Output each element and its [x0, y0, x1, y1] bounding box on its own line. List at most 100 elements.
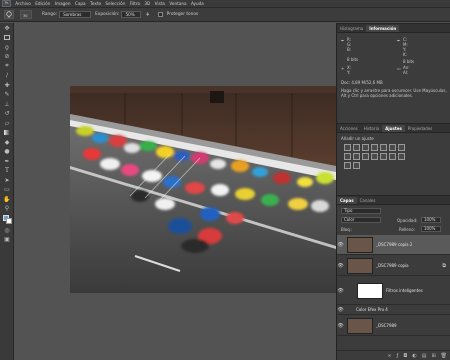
menu-vista[interactable]: Vista — [155, 1, 165, 6]
tab-canales[interactable]: Canales — [357, 197, 379, 204]
tab-acciones[interactable]: Acciones — [337, 125, 361, 132]
menu-imagen[interactable]: Imagen — [55, 1, 71, 6]
smart-filter-mask — [357, 282, 383, 299]
lasso-tool-icon[interactable]: ϙ — [2, 43, 12, 52]
invert-icon[interactable] — [380, 153, 387, 160]
adjustments-panel: Acciones Historia Ajustes Propiedades Añ… — [337, 123, 450, 193]
tab-propiedades[interactable]: Propiedades — [405, 125, 436, 132]
path-select-tool-icon[interactable]: ➤ — [2, 176, 12, 185]
marquee-tool-icon[interactable] — [2, 34, 12, 43]
menu-edicion[interactable]: Edición — [35, 1, 50, 6]
menu-filtro[interactable]: Filtro — [130, 1, 140, 6]
tab-historia[interactable]: Historia — [361, 125, 382, 132]
layers-panel-footer: ∞ ƒ ◘ ◐ ▤ ⊞ 🗑 — [337, 350, 450, 360]
brush-tool-icon[interactable]: ✎ — [2, 91, 12, 100]
photo-filter-icon[interactable] — [353, 153, 360, 160]
tab-ajustes[interactable]: Ajustes — [382, 125, 405, 132]
layer-thumbnail — [347, 236, 373, 253]
menu-archivo[interactable]: Archivo — [15, 1, 31, 6]
brightness-icon[interactable] — [344, 144, 351, 151]
airbrush-icon[interactable]: ✈ — [145, 12, 149, 18]
color-lookup-icon[interactable] — [371, 153, 378, 160]
rectangle-tool-icon[interactable]: ▭ — [2, 186, 12, 195]
new-group-icon[interactable]: ▤ — [422, 353, 427, 359]
eyedropper-tool-icon[interactable]: ∕ — [2, 72, 12, 81]
lock-label: Bloq.: — [341, 227, 353, 232]
new-layer-icon[interactable]: ⊞ — [431, 353, 435, 359]
gradient-map-icon[interactable] — [344, 162, 351, 169]
layer-name: _DSC7989 copia — [376, 263, 409, 268]
quick-mask-icon[interactable]: ◎ — [2, 226, 12, 235]
tab-capas[interactable]: Capas — [337, 197, 357, 204]
link-layers-icon[interactable]: ∞ — [387, 353, 391, 359]
delete-layer-icon[interactable]: 🗑 — [441, 353, 447, 359]
fill-field[interactable]: 100% — [421, 226, 441, 232]
eye-icon[interactable]: 👁 — [337, 288, 344, 294]
layer-style-icon[interactable]: ƒ — [397, 353, 399, 359]
hand-tool-icon[interactable]: ✋ — [2, 195, 12, 204]
type-tool-icon[interactable]: T — [2, 167, 12, 176]
layer-row[interactable]: 👁 _DSC7989 copia 2 — [337, 235, 450, 255]
protect-tones-checkbox[interactable] — [157, 12, 163, 17]
eye-icon[interactable]: 👁 — [337, 242, 344, 248]
brush-size-picker[interactable]: 30 — [20, 10, 32, 19]
clone-stamp-tool-icon[interactable]: ⊥ — [2, 100, 12, 109]
add-mask-icon[interactable]: ◘ — [403, 353, 407, 359]
menu-capa[interactable]: Capa — [75, 1, 86, 6]
curves-icon[interactable] — [362, 144, 369, 151]
menu-ayuda[interactable]: Ayuda — [191, 1, 204, 6]
adjustment-layer-icon[interactable]: ◐ — [412, 353, 416, 359]
menu-seleccion[interactable]: Selección — [105, 1, 125, 6]
filter-row[interactable]: 👁 Color Efex Pro 4 — [337, 305, 450, 315]
menu-texto[interactable]: Texto — [90, 1, 101, 6]
layer-row[interactable]: 👁 _DSC7989 — [337, 316, 450, 336]
screen-mode-icon[interactable]: ▣ — [2, 236, 12, 245]
opacity-field[interactable]: 100% — [421, 217, 441, 223]
info-panel: Histograma Información ✒ R: G: B: ✒ C: M… — [337, 23, 450, 121]
selective-color-icon[interactable] — [353, 162, 360, 169]
layers-panel-tabs: Capas Canales — [337, 196, 450, 205]
layer-filter-select[interactable]: Tipo — [341, 208, 381, 214]
quick-select-tool-icon[interactable]: ⊘ — [2, 53, 12, 62]
exposure-icon[interactable] — [371, 144, 378, 151]
layer-row[interactable]: 👁 _DSC7989 copia ⧉ — [337, 256, 450, 276]
range-select[interactable]: Sombras — [59, 11, 92, 18]
move-tool-icon[interactable]: ✥ — [2, 24, 12, 33]
menu-ventana[interactable]: Ventana — [169, 1, 186, 6]
eye-icon[interactable]: 👁 — [337, 323, 344, 329]
hue-saturation-icon[interactable] — [389, 144, 396, 151]
color-balance-icon[interactable] — [398, 144, 405, 151]
smart-object-icon: ⧉ — [442, 262, 446, 269]
crop-tool-icon[interactable]: ⌗ — [2, 62, 12, 71]
adjustments-title: Añadir un ajuste — [341, 136, 374, 141]
color-swatches-icon[interactable] — [2, 214, 12, 225]
blur-tool-icon[interactable]: ◆ — [2, 138, 12, 147]
eraser-tool-icon[interactable]: ▱ — [2, 119, 12, 128]
pen-tool-icon[interactable]: ✒ — [2, 157, 12, 166]
menu-3d[interactable]: 3D — [144, 1, 150, 6]
document-image[interactable] — [70, 86, 336, 293]
vibrance-icon[interactable] — [380, 144, 387, 151]
info-k-label: K: — [403, 52, 407, 57]
gradient-tool-icon[interactable] — [2, 129, 12, 138]
levels-icon[interactable] — [353, 144, 360, 151]
eye-icon[interactable]: 👁 — [337, 307, 344, 313]
blend-mode-select[interactable]: Color — [341, 217, 381, 223]
info-panel-tabs: Histograma Información — [337, 24, 450, 33]
eye-icon[interactable]: 👁 — [337, 263, 344, 269]
tab-histograma[interactable]: Histograma — [337, 25, 366, 32]
channel-mixer-icon[interactable] — [362, 153, 369, 160]
posterize-icon[interactable] — [389, 153, 396, 160]
tool-preset-picker[interactable] — [4, 10, 14, 19]
zoom-tool-icon[interactable]: ⚲ — [2, 205, 12, 214]
healing-brush-tool-icon[interactable]: ✚ — [2, 81, 12, 90]
dodge-tool-icon[interactable]: ● — [2, 148, 12, 157]
history-brush-tool-icon[interactable]: ↺ — [2, 110, 12, 119]
threshold-icon[interactable] — [398, 153, 405, 160]
tab-informacion[interactable]: Información — [366, 25, 400, 32]
crosshair-icon: + — [341, 66, 345, 71]
smart-filters-row[interactable]: 👁 Filtros inteligentes — [337, 277, 450, 305]
exposure-field[interactable]: 50% — [121, 11, 142, 18]
black-white-icon[interactable] — [344, 153, 351, 160]
selection-size-icon: ▭ — [397, 66, 401, 71]
